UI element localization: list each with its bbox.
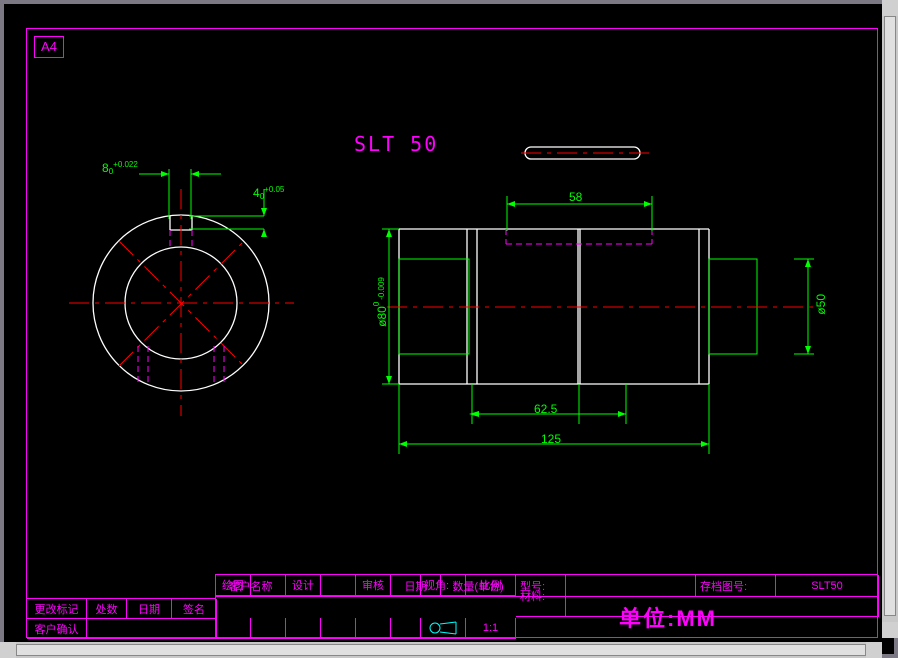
key-top-view: [521, 144, 651, 164]
cad-canvas[interactable]: A4 SLT 50 80+0.022: [4, 4, 894, 654]
vertical-scrollbar[interactable]: [882, 0, 898, 638]
scroll-right-button[interactable]: [866, 642, 882, 658]
dim-58-value: 58: [569, 190, 582, 204]
scroll-thumb-v[interactable]: [884, 16, 896, 616]
dim-125-value: 125: [541, 432, 561, 446]
dim-62-5-value: 62.5: [534, 402, 557, 416]
page-format-label: A4: [34, 36, 64, 58]
dim-dia80-value: ø800-0.009: [372, 279, 389, 327]
unit-label: 单位:MM: [619, 601, 717, 633]
revision-block: 更改标记 处数 日期 签名 客户确认: [26, 598, 216, 638]
dim-bottom: [399, 384, 779, 464]
horizontal-scrollbar[interactable]: [0, 642, 882, 658]
side-view: [399, 229, 819, 409]
scroll-down-button[interactable]: [882, 622, 898, 638]
dim-key-depth-value: 40+0.05: [253, 185, 284, 200]
dim-58: [504, 196, 664, 236]
scroll-left-button[interactable]: [0, 642, 16, 658]
dim-dia50-value: ø50: [814, 294, 828, 315]
scroll-up-button[interactable]: [882, 0, 898, 16]
title-block: 客户名称 日期 数量(单台) 型号: 存档图号: SLT50 绘图 设计 审核 …: [215, 574, 878, 638]
drawing-title: SLT 50: [354, 132, 438, 156]
scroll-thumb-h[interactable]: [16, 644, 866, 656]
dim-keyway-width-value: 80+0.022: [102, 160, 138, 175]
